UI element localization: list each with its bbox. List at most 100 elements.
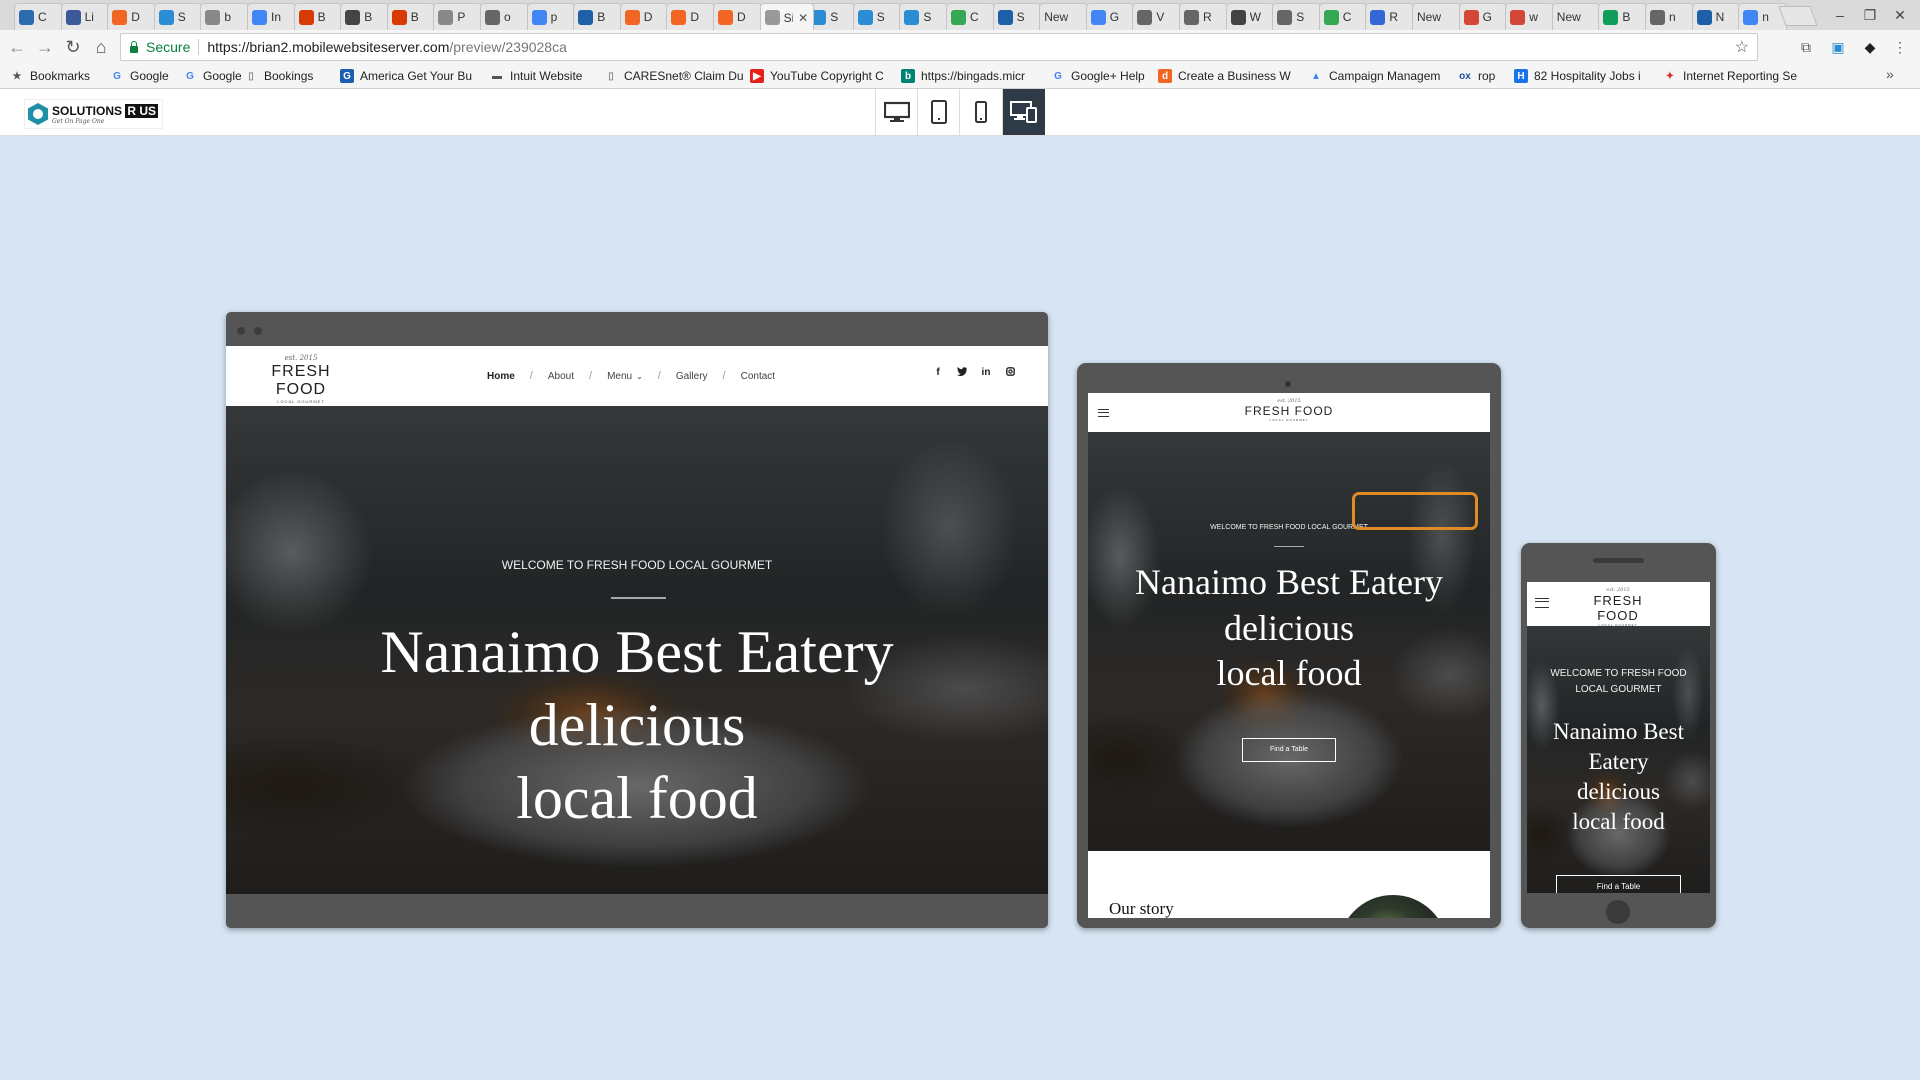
browser-tab[interactable]: New: [1551, 3, 1601, 30]
nav-contact[interactable]: Contact: [741, 371, 775, 382]
desktop-icon: [884, 101, 910, 122]
close-tab-icon[interactable]: ✕: [793, 11, 813, 25]
bookmark-item[interactable]: ▬ Intuit Website: [490, 67, 600, 85]
close-window-button[interactable]: ✕: [1886, 4, 1914, 26]
facebook-icon[interactable]: f: [926, 367, 950, 379]
story-title: Our story: [1109, 899, 1174, 918]
browser-tab[interactable]: G: [1085, 3, 1135, 30]
bookmark-label: Create a Business W: [1178, 69, 1291, 83]
cast-icon[interactable]: ⧉: [1796, 37, 1816, 57]
phone-view-button[interactable]: [959, 89, 1002, 135]
bing-icon: b: [901, 69, 915, 83]
bookmark-item[interactable]: d Create a Business W: [1158, 67, 1303, 85]
forward-icon[interactable]: →: [33, 35, 57, 59]
browser-tab[interactable]: P: [433, 3, 482, 30]
site-logo[interactable]: est. 2015 FRESH FOOD LOCAL GOURMET: [256, 354, 346, 404]
browser-tab[interactable]: B: [1598, 3, 1647, 30]
hamburger-menu-icon[interactable]: [1098, 409, 1109, 417]
browser-tab[interactable]: R: [1179, 3, 1228, 30]
tab-label: p: [550, 10, 558, 24]
linkedin-icon[interactable]: in: [974, 367, 998, 379]
browser-tab[interactable]: S: [899, 3, 948, 30]
bookmark-item[interactable]: G America Get Your Bu: [340, 67, 485, 85]
browser-tab[interactable]: S: [992, 3, 1042, 30]
browser-tab[interactable]: n: [1645, 3, 1694, 30]
browser-tab[interactable]: D: [107, 3, 156, 30]
site-logo[interactable]: est. 2015 FRESH FOOD LOCAL GOURMET: [1573, 587, 1663, 627]
bookmark-item[interactable]: ox rop: [1458, 67, 1508, 85]
find-table-button[interactable]: Find a Table: [1242, 738, 1336, 762]
bookmark-item[interactable]: ▶ YouTube Copyright C: [750, 67, 895, 85]
bookmark-item[interactable]: ▯ Bookings: [244, 67, 334, 85]
browser-tab[interactable]: D: [666, 3, 715, 30]
nav-menu[interactable]: Menu ⌄: [607, 371, 643, 382]
tab-label: S: [876, 10, 885, 24]
bookmark-item[interactable]: b https://bingads.micr: [901, 67, 1046, 85]
tab-label: B: [317, 10, 326, 24]
shield-icon[interactable]: ◆: [1860, 37, 1880, 57]
browser-tab[interactable]: G: [1458, 3, 1508, 30]
bookmark-item[interactable]: ▲ Campaign Managem: [1309, 67, 1454, 85]
bookmark-item[interactable]: ★ Bookmarks: [10, 67, 105, 85]
bookmark-label: Internet Reporting Se: [1683, 69, 1798, 83]
bookmark-star-icon[interactable]: ☆: [1735, 37, 1749, 57]
desktop-view-button[interactable]: [875, 89, 918, 135]
browser-tab[interactable]: C: [1318, 3, 1368, 30]
browser-tab[interactable]: R: [1365, 3, 1414, 30]
site-logo[interactable]: est. 2015 FRESH FOOD LOCAL GOURMET: [1234, 398, 1344, 422]
nav-gallery[interactable]: Gallery: [676, 371, 708, 382]
browser-tab[interactable]: B: [340, 3, 389, 30]
browser-tab[interactable]: w: [1505, 3, 1554, 30]
reload-icon[interactable]: ↻: [61, 35, 85, 59]
browser-tab[interactable]: In: [247, 3, 296, 30]
bookmark-item[interactable]: ▯ CARESnet® Claim Du: [604, 67, 744, 85]
window-dot: [237, 327, 245, 335]
browser-tab[interactable]: Li: [60, 3, 110, 30]
d-icon: d: [1158, 69, 1172, 83]
browser-tab[interactable]: D: [713, 3, 762, 30]
home-icon[interactable]: ⌂: [89, 35, 113, 59]
browser-tab[interactable]: New: [1412, 3, 1461, 30]
browser-tab[interactable]: Si✕: [759, 3, 815, 30]
browser-tab[interactable]: New: [1039, 3, 1088, 30]
browser-tab[interactable]: C: [946, 3, 995, 30]
browser-tab[interactable]: W: [1225, 3, 1275, 30]
more-bookmarks-icon[interactable]: »: [1886, 66, 1894, 82]
browser-tab[interactable]: C: [14, 3, 63, 30]
bookmark-item[interactable]: G Google: [110, 67, 180, 85]
bookmark-item[interactable]: H 82 Hospitality Jobs i: [1514, 67, 1659, 85]
nav-home[interactable]: Home: [487, 371, 515, 382]
browser-tab[interactable]: B: [386, 3, 436, 30]
hamburger-menu-icon[interactable]: [1535, 598, 1549, 608]
find-table-button[interactable]: Find a Table: [1556, 875, 1681, 893]
instagram-icon[interactable]: [998, 367, 1022, 379]
menu-dots-icon[interactable]: ⋮: [1890, 37, 1910, 57]
browser-tab[interactable]: V: [1132, 3, 1181, 30]
back-icon[interactable]: ←: [5, 35, 29, 59]
browser-tab[interactable]: B: [573, 3, 622, 30]
restore-button[interactable]: ❐: [1856, 4, 1884, 26]
address-bar[interactable]: Secure https://brian2.mobilewebsiteserve…: [120, 33, 1758, 61]
window-icon: [857, 9, 873, 25]
window-icon: [904, 9, 920, 25]
browser-tab[interactable]: b: [200, 3, 249, 30]
browser-tab[interactable]: N: [1691, 3, 1741, 30]
browser-tab[interactable]: D: [619, 3, 669, 30]
bookmark-item[interactable]: G Google: [183, 67, 241, 85]
bookmark-label: Google: [130, 69, 169, 83]
twitter-icon[interactable]: [950, 367, 974, 379]
browser-tab[interactable]: S: [852, 3, 902, 30]
bookmark-item[interactable]: ✦ Internet Reporting Se: [1663, 67, 1808, 85]
bookmark-item[interactable]: G Google+ Help: [1051, 67, 1153, 85]
browser-tab[interactable]: o: [480, 3, 529, 30]
tablet-view-button[interactable]: [917, 89, 960, 135]
nav-about[interactable]: About: [548, 371, 574, 382]
minimize-button[interactable]: –: [1826, 4, 1854, 26]
browser-tab[interactable]: B: [293, 3, 343, 30]
browser-tab[interactable]: p: [526, 3, 576, 30]
browser-tab[interactable]: S: [1272, 3, 1321, 30]
browser-tab[interactable]: S: [153, 3, 203, 30]
all-devices-view-button[interactable]: [1002, 89, 1045, 135]
new-tab-button[interactable]: [1778, 6, 1818, 26]
extension-icon[interactable]: ▣: [1828, 37, 1848, 57]
